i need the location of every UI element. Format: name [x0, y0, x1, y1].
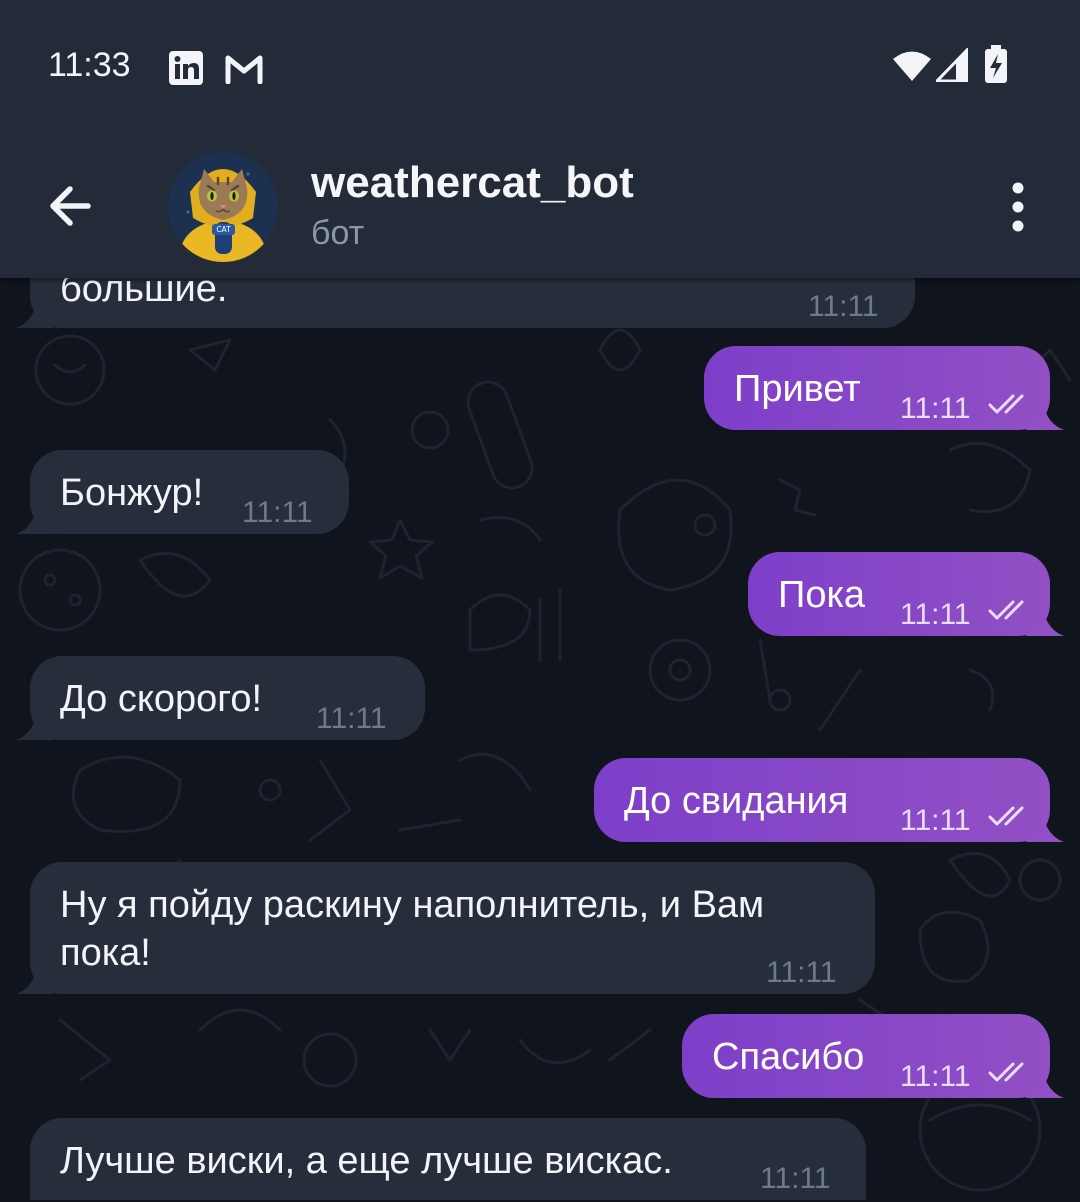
- message-time: 11:11: [900, 598, 971, 631]
- message-time: 11:11: [900, 804, 971, 837]
- message-time: 11:11: [808, 290, 879, 323]
- message-bubble-outgoing[interactable]: Привет 11:11: [704, 346, 1050, 430]
- message-bubble-outgoing[interactable]: До свидания 11:11: [594, 758, 1050, 842]
- avatar-label: CAT: [216, 225, 231, 234]
- message-bubble-outgoing[interactable]: Спасибо 11:11: [682, 1014, 1050, 1098]
- avatar[interactable]: CAT: [168, 152, 278, 262]
- chat-title[interactable]: weathercat_bot: [311, 158, 634, 208]
- message-time: 11:11: [900, 392, 971, 425]
- message-text: Пока: [778, 574, 866, 616]
- battery-charging-icon: [985, 45, 1007, 83]
- message-time: 11:11: [316, 702, 387, 735]
- read-checkmarks-icon: [988, 806, 1024, 826]
- message-bubble-incoming[interactable]: До скорого! 11:11: [30, 656, 425, 740]
- message-text-line: Ну я пойду раскину наполнитель, и Вам: [60, 884, 765, 926]
- message-time: 11:11: [242, 496, 313, 529]
- message-text: Бонжур!: [60, 472, 204, 514]
- wifi-icon: [893, 51, 931, 81]
- more-vert-icon[interactable]: [998, 180, 1038, 234]
- message-text: До скорого!: [60, 678, 263, 720]
- message-bubble-incoming[interactable]: Лучше виски, а еще лучше вискас. 11:11: [30, 1118, 866, 1200]
- chat-subtitle: бот: [311, 214, 365, 252]
- signal-icon: [936, 48, 968, 82]
- message-text: Спасибо: [712, 1036, 865, 1078]
- read-checkmarks-icon: [988, 600, 1024, 620]
- message-text: До свидания: [624, 780, 849, 822]
- message-time: 11:11: [900, 1060, 971, 1093]
- linkedin-icon: [169, 51, 203, 85]
- cat-avatar-icon: CAT: [168, 152, 278, 262]
- read-checkmarks-icon: [988, 1062, 1024, 1082]
- message-bubble-outgoing[interactable]: Пока 11:11: [748, 552, 1050, 636]
- message-time: 11:11: [760, 1162, 831, 1195]
- message-text: Лучше виски, а еще лучше вискас.: [60, 1140, 673, 1182]
- chat-header: 11:33 CAT weathercat_bot бот: [0, 0, 1080, 278]
- status-time: 11:33: [48, 46, 131, 84]
- gmail-icon: [225, 55, 263, 84]
- message-bubble-incoming[interactable]: Бонжур! 11:11: [30, 450, 349, 534]
- message-bubble-incoming[interactable]: Ну я пойду раскину наполнитель, и Вам по…: [30, 862, 875, 994]
- read-checkmarks-icon: [988, 394, 1024, 414]
- message-time: 11:11: [766, 956, 837, 989]
- message-text: Привет: [734, 368, 861, 410]
- back-button[interactable]: [44, 178, 100, 234]
- message-text-line: пока!: [60, 932, 151, 974]
